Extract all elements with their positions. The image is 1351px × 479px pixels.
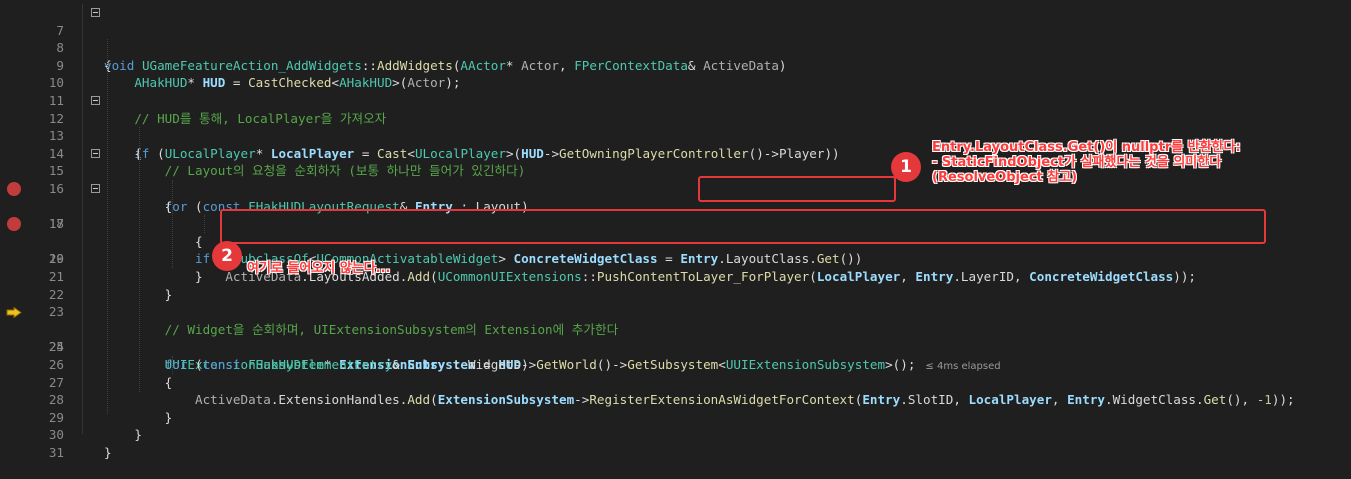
collapse-toggle-icon[interactable] (91, 96, 100, 105)
indent-guide (172, 356, 173, 374)
code-line[interactable]: 11 // HUD를 통해, LocalPlayer을 가져오자 (0, 74, 1351, 126)
code-text: } (104, 444, 112, 460)
code-line[interactable]: 9 AHakHUD* HUD = CastChecked<AHakHUD>(Ac… (0, 39, 1351, 91)
highlight-box-push-content (220, 209, 1266, 244)
indent-guide (172, 180, 173, 268)
code-line[interactable]: 8 { (0, 22, 1351, 73)
annotation-note-1: Entry.LayoutClass.Get()이 nullptr를 반환한다: … (932, 140, 1241, 185)
code-line[interactable]: 23 // Widget을 순회하며, UIExtensionSubsystem… (0, 286, 1351, 337)
note1-line2: - StaticFindObject가 실패했다는 것을 의미한다 (932, 155, 1222, 170)
breakpoint-margin[interactable] (0, 215, 28, 233)
code-line[interactable]: 28 } (0, 374, 1351, 425)
code-line[interactable]: 27 ActiveData.ExtensionHandles.Add(Exten… (0, 356, 1351, 408)
annotation-note-2: 여기로 들어오지 않는다... (247, 261, 391, 276)
highlight-box-layoutclass (698, 176, 896, 202)
code-line[interactable]: 7 void UGameFeatureAction_AddWidgets::Ad… (0, 4, 1351, 73)
instruction-pointer-icon (6, 307, 22, 319)
code-line[interactable]: 30 } (0, 409, 1351, 460)
annotation-badge-1: 1 (891, 152, 921, 182)
breakpoint-margin[interactable] (0, 180, 28, 198)
indent-guide (204, 215, 205, 233)
code-line[interactable]: 12 if (ULocalPlayer* LocalPlayer = Cast<… (0, 92, 1351, 161)
indent-guide (139, 127, 140, 392)
code-line[interactable]: 29 } (0, 391, 1351, 443)
code-line[interactable]: 31 (0, 426, 1351, 460)
breakpoint-icon[interactable] (7, 217, 21, 232)
code-line[interactable]: 13 { (0, 110, 1351, 161)
code-line[interactable]: 24 UUIExtensionSubsystem* ExtensionSubsy… (0, 303, 1351, 372)
breakpoint-icon[interactable] (7, 182, 21, 196)
annotation-badge-2: 2 (212, 241, 242, 271)
note1-line1: Entry.LayoutClass.Get()이 nullptr를 반환한다: (932, 140, 1241, 155)
line-number: 31 (48, 444, 64, 460)
code-line[interactable]: 10 (0, 57, 1351, 90)
execution-margin[interactable] (0, 303, 28, 321)
code-line[interactable]: 22 (0, 268, 1351, 302)
collapse-toggle-icon[interactable] (91, 8, 100, 17)
collapse-toggle-icon[interactable] (91, 184, 100, 193)
code-line[interactable]: 25 for (const FHakHUDElementEntry& Entry… (0, 321, 1351, 372)
collapse-toggle-icon[interactable] (91, 148, 100, 158)
note1-line3: (ResolveObject 참고) (932, 170, 1078, 185)
code-line[interactable]: 26 { (0, 338, 1351, 390)
gutter-separator (82, 4, 83, 434)
indent-guide (107, 39, 108, 414)
code-line[interactable]: 21 } (0, 250, 1351, 302)
